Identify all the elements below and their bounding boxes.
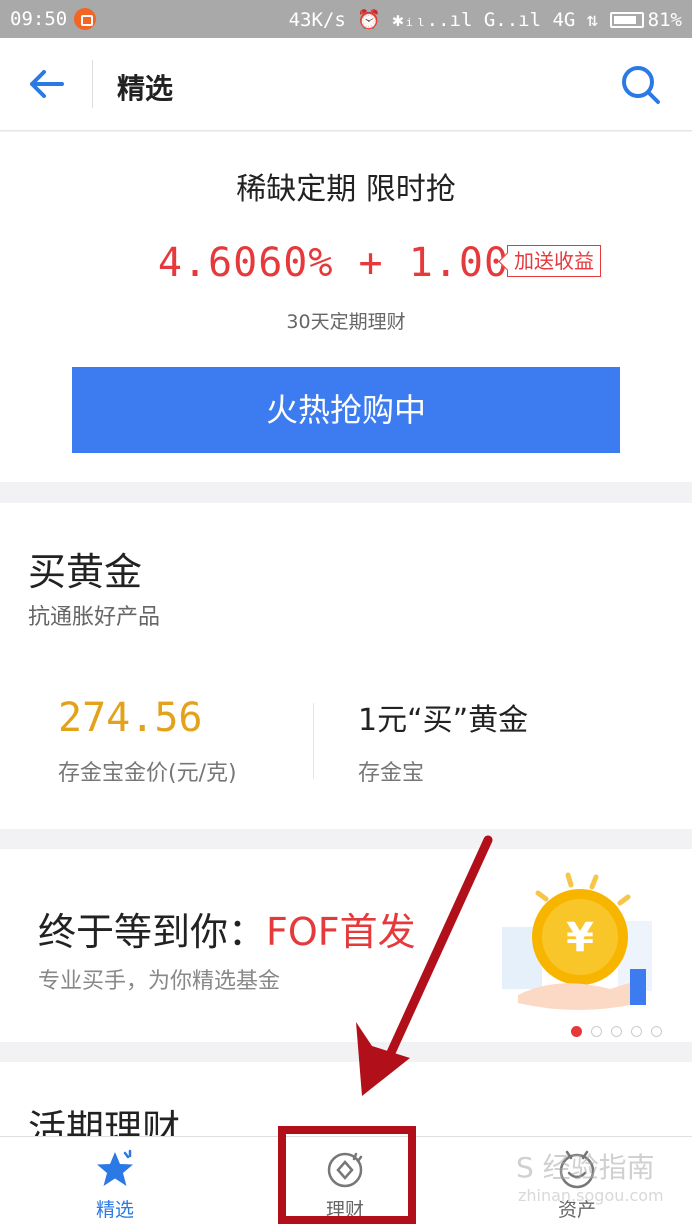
star-icon	[97, 1149, 133, 1186]
coin-symbol: ¥	[566, 915, 594, 961]
carousel-dot[interactable]	[571, 1026, 582, 1037]
search-icon	[622, 66, 660, 104]
battery-icon	[609, 12, 644, 28]
gold-title: 买黄金	[28, 550, 143, 594]
gold-price[interactable]: 274.56	[58, 695, 203, 741]
gold-price-label: 存金宝金价(元/克)	[58, 761, 237, 786]
highlight-box	[278, 1126, 416, 1224]
promo-term: 30天定期理财	[286, 311, 406, 333]
banner-subtitle: 专业买手，为你精选基金	[38, 969, 281, 994]
bonus-tag: 加送收益	[507, 245, 601, 277]
back-button[interactable]	[22, 62, 70, 106]
tab-featured-label: 精选	[95, 1199, 134, 1221]
status-bar: 09:50 43K/s ⏰ ✱ᵢₗ..ıl G..ıl 4G ⇅ 81%	[0, 0, 692, 38]
buy-now-button[interactable]: 火热抢购中	[72, 367, 620, 453]
header-divider	[92, 60, 93, 108]
notification-icon	[74, 8, 96, 30]
promo-card[interactable]: 稀缺定期 限时抢 4.6060% + 1.00% 加送收益 30天定期理财 火热…	[0, 132, 692, 482]
banner-title-highlight: FOF首发	[266, 910, 416, 954]
current-finance-card[interactable]: 活期理财	[0, 1062, 692, 1136]
gold-divider	[313, 703, 314, 779]
watermark-logo: S 经验指南	[516, 1151, 655, 1184]
page-title: 精选	[117, 72, 174, 105]
watermark-url: zhinan.sogou.com	[518, 1186, 664, 1205]
promo-title: 稀缺定期 限时抢	[236, 172, 456, 207]
banner-title: 终于等到你：FOF首发	[38, 901, 416, 956]
carousel-dot[interactable]	[631, 1026, 642, 1037]
status-time: 09:50	[10, 8, 68, 30]
carousel-dot[interactable]	[651, 1026, 662, 1037]
battery-level: 81%	[647, 9, 682, 31]
status-signal-text: 43K/s ⏰ ✱ᵢₗ..ıl G..ıl 4G ⇅	[288, 9, 599, 31]
gold-offer-label: 存金宝	[358, 761, 425, 786]
status-indicators: 43K/s ⏰ ✱ᵢₗ..ıl G..ıl 4G ⇅ 81%	[289, 8, 682, 31]
current-finance-title: 活期理财	[28, 1107, 181, 1136]
tab-featured[interactable]: 精选	[0, 1137, 230, 1230]
gold-subtitle: 抗通胀好产品	[28, 605, 161, 630]
gold-offer[interactable]: 1元“买”黄金	[358, 695, 528, 739]
carousel-dot[interactable]	[591, 1026, 602, 1037]
coin-hand-illustration: ¥	[502, 872, 652, 1010]
banner-title-prefix: 终于等到你：	[38, 910, 267, 954]
gold-card[interactable]: 买黄金 抗通胀好产品 274.56 存金宝金价(元/克) 1元“买”黄金 存金宝	[0, 503, 692, 829]
fof-banner[interactable]: 终于等到你：FOF首发 专业买手，为你精选基金 ¥	[0, 849, 692, 1042]
search-button[interactable]	[618, 62, 664, 108]
app-header: 精选	[0, 38, 692, 131]
carousel-dot[interactable]	[611, 1026, 622, 1037]
promo-rate: 4.6060% + 1.00%	[157, 240, 535, 286]
carousel-dots[interactable]	[562, 1022, 662, 1041]
back-arrow-icon	[30, 70, 64, 98]
